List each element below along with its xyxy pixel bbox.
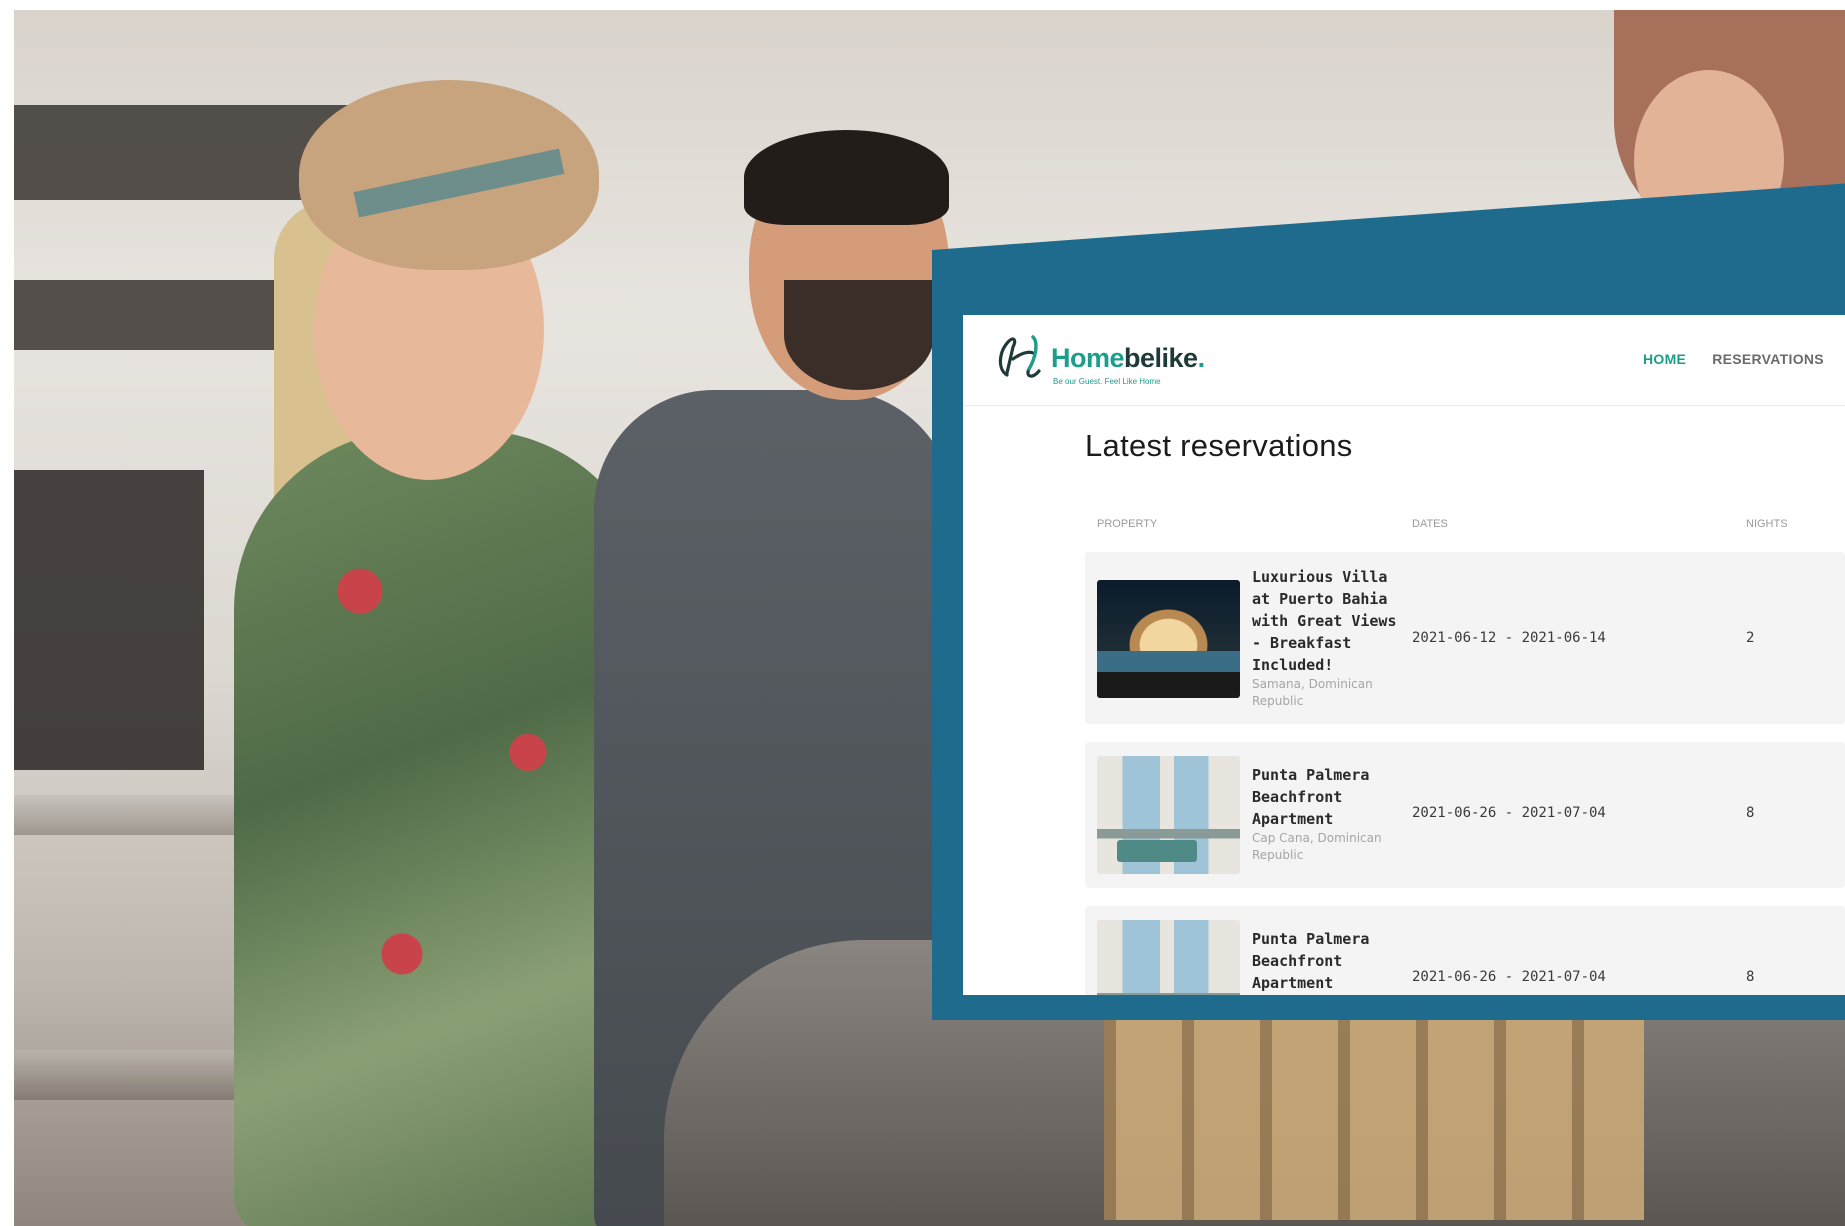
brand-dot: . bbox=[1197, 343, 1206, 373]
brand-part-1: Home bbox=[1051, 343, 1125, 373]
app-header: Homebelike. Be our Guest. Feel Like Home… bbox=[963, 315, 1845, 406]
man-beard bbox=[784, 280, 934, 390]
property-thumbnail[interactable] bbox=[1097, 756, 1240, 874]
reservation-dates: 2021-06-26 - 2021-07-04 bbox=[1412, 969, 1606, 985]
property-title: Luxurious Villa at Puerto Bahia with Gre… bbox=[1252, 568, 1397, 674]
ceiling-beam bbox=[14, 280, 274, 350]
property-name[interactable]: Punta Palmera Beachfront Apartment Cap C… bbox=[1252, 764, 1402, 864]
nav-reservations[interactable]: RESERVATIONS bbox=[1712, 351, 1824, 367]
property-title: Punta Palmera Beachfront Apartment bbox=[1252, 930, 1370, 992]
property-thumbnail[interactable] bbox=[1097, 580, 1240, 698]
man-hair bbox=[744, 130, 949, 225]
reservation-dates: 2021-06-12 - 2021-06-14 bbox=[1412, 630, 1606, 646]
reservation-nights: 2 bbox=[1746, 630, 1755, 646]
woman-floral-dress bbox=[234, 430, 654, 1226]
column-header-property: PROPERTY bbox=[1097, 518, 1158, 530]
reservation-dates: 2021-06-26 - 2021-07-04 bbox=[1412, 805, 1606, 821]
dark-doorway bbox=[14, 470, 204, 770]
nav-home[interactable]: HOME bbox=[1643, 351, 1686, 367]
app-window: Homebelike. Be our Guest. Feel Like Home… bbox=[963, 315, 1845, 995]
reservation-nights: 8 bbox=[1746, 969, 1755, 985]
page-title: Latest reservations bbox=[1085, 428, 1353, 463]
table-row[interactable]: Punta Palmera Beachfront Apartment Cap C… bbox=[1085, 742, 1845, 888]
property-location: Cap Cana, Dominican Republic bbox=[1252, 831, 1382, 862]
brand-tagline: Be our Guest. Feel Like Home bbox=[1053, 377, 1161, 386]
table-row[interactable]: Luxurious Villa at Puerto Bahia with Gre… bbox=[1085, 552, 1845, 724]
key-shelf bbox=[1104, 1020, 1644, 1220]
property-name[interactable]: Punta Palmera Beachfront Apartment bbox=[1252, 928, 1402, 994]
homebelike-logo-icon[interactable] bbox=[993, 329, 1049, 385]
table-header: PROPERTY DATES NIGHTS bbox=[1085, 518, 1845, 538]
property-name[interactable]: Luxurious Villa at Puerto Bahia with Gre… bbox=[1252, 566, 1402, 710]
brand-name[interactable]: Homebelike. bbox=[1051, 343, 1205, 374]
table-row[interactable]: Punta Palmera Beachfront Apartment 2021-… bbox=[1085, 906, 1845, 995]
column-header-dates: DATES bbox=[1412, 518, 1448, 530]
reservation-nights: 8 bbox=[1746, 805, 1755, 821]
main-nav: HOME RESERVATIONS bbox=[1643, 351, 1824, 367]
main-content: Latest reservations PROPERTY DATES NIGHT… bbox=[963, 428, 1845, 995]
property-thumbnail[interactable] bbox=[1097, 920, 1240, 995]
brand-part-2: belike bbox=[1124, 343, 1198, 373]
column-header-nights: NIGHTS bbox=[1746, 518, 1788, 530]
property-title: Punta Palmera Beachfront Apartment bbox=[1252, 766, 1370, 828]
property-location: Samana, Dominican Republic bbox=[1252, 677, 1373, 708]
